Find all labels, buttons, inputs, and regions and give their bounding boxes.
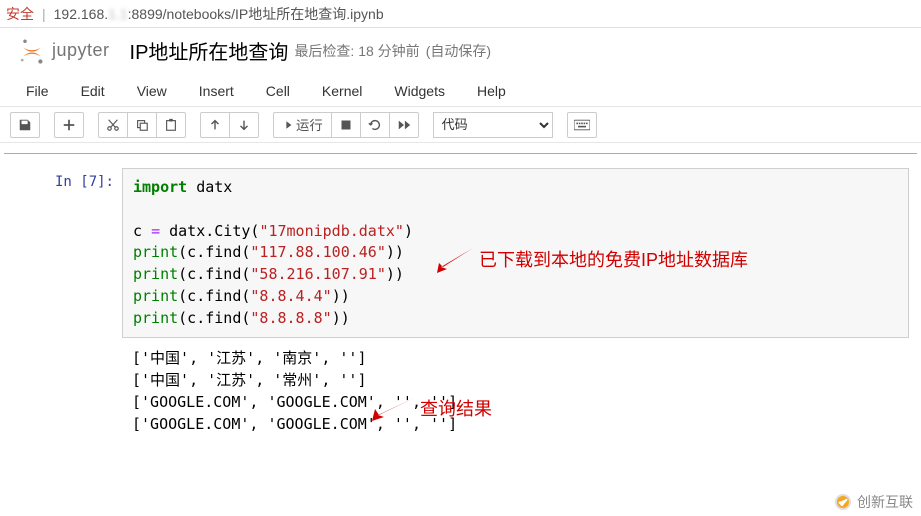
menu-kernel[interactable]: Kernel: [306, 77, 378, 105]
run-icon: [282, 120, 292, 130]
notebook-title[interactable]: IP地址所在地查询: [130, 36, 289, 65]
menu-widgets[interactable]: Widgets: [378, 77, 461, 105]
notebook-header: jupyter IP地址所在地查询 最后检查: 18 分钟前 (自动保存): [0, 28, 921, 69]
watermark-icon: [835, 494, 851, 510]
ssl-status: 安全: [6, 4, 34, 24]
add-cell-button[interactable]: [54, 112, 84, 138]
autosave-status: (自动保存): [426, 41, 491, 61]
command-palette-button[interactable]: [567, 112, 597, 138]
restart-button[interactable]: [360, 112, 390, 138]
interrupt-button[interactable]: [331, 112, 361, 138]
output-cell: ['中国', '江苏', '南京', ''] ['中国', '江苏', '常州'…: [12, 340, 909, 443]
menu-file[interactable]: File: [10, 77, 65, 105]
url-display[interactable]: 192.168.1.1:8899/notebooks/IP地址所在地查询.ipy…: [54, 4, 384, 24]
plus-icon: [62, 118, 76, 132]
keyboard-icon: [574, 119, 590, 131]
jupyter-logo[interactable]: jupyter: [18, 37, 110, 65]
move-down-button[interactable]: [229, 112, 259, 138]
fast-forward-icon: [397, 118, 411, 132]
last-checkpoint: 最后检查: 18 分钟前: [294, 41, 419, 61]
menu-insert[interactable]: Insert: [183, 77, 250, 105]
code-output: ['中国', '江苏', '南京', ''] ['中国', '江苏', '常州'…: [122, 340, 909, 443]
output-prompt: [12, 340, 122, 443]
cell-type-select[interactable]: 代码: [433, 112, 553, 138]
move-up-button[interactable]: [200, 112, 230, 138]
cut-button[interactable]: [98, 112, 128, 138]
restart-icon: [368, 118, 382, 132]
notebook-container: In [7]: import datx c = datx.City("17mon…: [4, 153, 917, 475]
arrow-down-icon: [237, 118, 251, 132]
input-prompt: In [7]:: [12, 168, 122, 338]
stop-icon: [340, 119, 352, 131]
copy-icon: [135, 118, 149, 132]
watermark: 创新互联: [827, 488, 921, 516]
restart-run-all-button[interactable]: [389, 112, 419, 138]
save-button[interactable]: [10, 112, 40, 138]
save-icon: [18, 118, 32, 132]
menu-cell[interactable]: Cell: [250, 77, 306, 105]
menu-bar: File Edit View Insert Cell Kernel Widget…: [0, 75, 921, 107]
paste-icon: [164, 118, 178, 132]
arrow-up-icon: [208, 118, 222, 132]
jupyter-logo-text: jupyter: [52, 40, 110, 61]
jupyter-icon: [18, 37, 46, 65]
address-bar: 安全 | 192.168.1.1:8899/notebooks/IP地址所在地查…: [0, 0, 921, 28]
menu-view[interactable]: View: [121, 77, 183, 105]
menu-help[interactable]: Help: [461, 77, 522, 105]
run-button[interactable]: 运行: [273, 112, 332, 138]
copy-button[interactable]: [127, 112, 157, 138]
code-input[interactable]: import datx c = datx.City("17monipdb.dat…: [122, 168, 909, 338]
code-cell[interactable]: In [7]: import datx c = datx.City("17mon…: [12, 168, 909, 338]
toolbar: 运行 代码: [0, 107, 921, 143]
scissors-icon: [106, 118, 120, 132]
divider: |: [42, 6, 46, 22]
menu-edit[interactable]: Edit: [65, 77, 121, 105]
paste-button[interactable]: [156, 112, 186, 138]
